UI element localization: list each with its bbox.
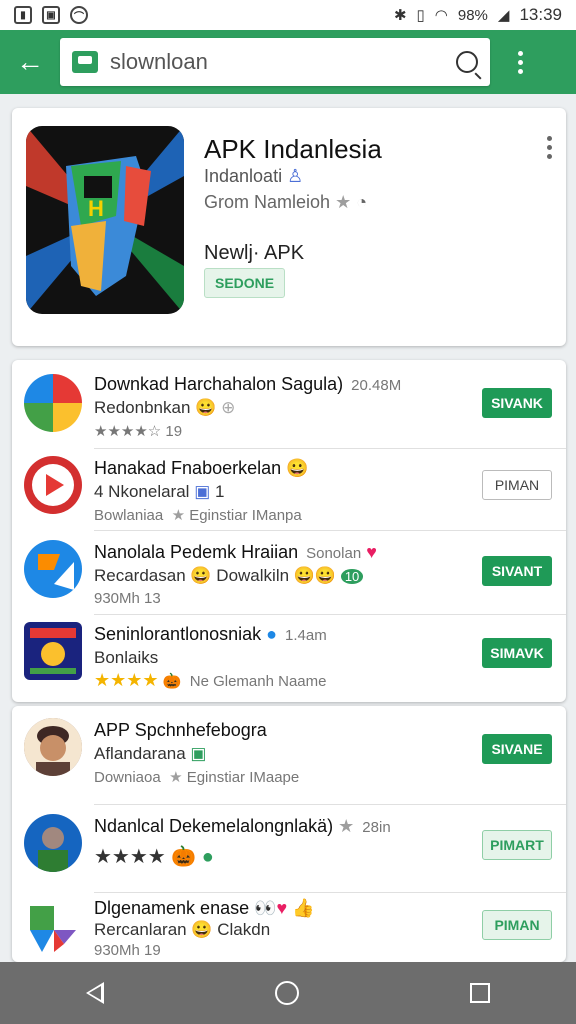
featured-app-title: APK Indanlesia: [204, 134, 382, 164]
divider: [94, 804, 566, 805]
search-icon[interactable]: [456, 51, 478, 73]
app-icon: [24, 374, 82, 432]
app-title: Hanakad Fnaboerkelan 😀: [94, 458, 309, 478]
featured-app-meta: Grom Namleioh ★ ◔: [204, 192, 368, 212]
status-bar: ▮ ▣ ⌒ ✱ ▯ ◠ 98% ◢ 13:39: [0, 0, 576, 30]
featured-app-icon: H: [26, 126, 184, 314]
app-meta: ★★★★ 🎃 Ne Glemanh Naame: [94, 670, 327, 690]
featured-app-developer: Indanloati ♙: [204, 166, 304, 186]
image-notification-icon: ▣: [42, 6, 60, 24]
nav-recents-icon[interactable]: [470, 983, 491, 1003]
app-meta: 930Mh 13: [94, 590, 161, 607]
list-item[interactable]: APP Spchnhefebogra Aflandarana ▣ Downiao…: [12, 718, 566, 790]
app-icon: [24, 456, 82, 514]
wifi-icon: ◠: [434, 7, 448, 24]
app-icon: [24, 540, 82, 598]
battery-text: 98%: [457, 6, 488, 24]
nav-home-icon[interactable]: [274, 981, 299, 1005]
app-icon: [24, 900, 82, 958]
list-item[interactable]: Hanakad Fnaboerkelan 😀 4 Nkonelaral ▣ 1 …: [12, 456, 566, 528]
featured-app-badge[interactable]: SEDONE: [204, 268, 286, 298]
avatar: [24, 718, 82, 776]
app-meta: 930Mh 19: [94, 942, 161, 959]
featured-more-icon[interactable]: [547, 136, 552, 159]
install-button[interactable]: SIVANT: [482, 556, 552, 586]
emoji-icon: 😀: [195, 398, 217, 417]
divider: [94, 892, 566, 893]
nav-back-icon[interactable]: [85, 982, 104, 1004]
install-button[interactable]: SIVANK: [482, 388, 552, 418]
app-icon: [24, 622, 82, 680]
back-arrow-icon[interactable]: ←: [0, 30, 60, 94]
app-subtitle: Recardasan 😀 Dowalkiln 😀😀 10: [94, 566, 364, 586]
vibrate-icon: ▯: [416, 7, 425, 24]
list-item[interactable]: Dlgenamenk enase 👀♥ 👍 Rercanlaran 😀 Clak…: [12, 896, 566, 962]
open-button[interactable]: PIMAN: [482, 470, 552, 500]
divider: [94, 530, 566, 531]
app-rating: ★★★★ 🎃 ●: [94, 846, 214, 868]
app-notification-icon: ⌒: [70, 6, 88, 24]
info-icon: ⊕: [221, 398, 236, 417]
star-icon: ★: [335, 192, 352, 212]
featured-app-subtitle: Newlj· APK: [204, 242, 305, 264]
list-item[interactable]: Nanolala Pedemk Hraiian Sonolan ♥ Recarda…: [12, 540, 566, 612]
app-list-card-2: APP Spchnhefebogra Aflandarana ▣ Downiao…: [12, 706, 566, 962]
play-store-icon: [72, 51, 98, 73]
app-rating: ★★★★☆ 19: [94, 423, 183, 440]
app-title: Downkad Harchahalon Sagula) 20.48M: [94, 374, 402, 394]
list-item[interactable]: Ndanlcal Dekemelalongnlakä) ★ 28in ★★★★ 🎃…: [12, 814, 566, 886]
app-list-card-1: Downkad Harchahalon Sagula) 20.48M Redonb…: [12, 360, 566, 702]
system-nav-bar: [0, 962, 576, 1024]
list-item[interactable]: Seninlorantlonosniak ● 1.4am Bonlaiks ★★★…: [12, 622, 566, 694]
app-title: APP Spchnhefebogra: [94, 720, 267, 740]
bluetooth-icon: ✱: [393, 7, 407, 24]
search-input[interactable]: [110, 49, 456, 75]
featured-app-card[interactable]: H APK Indanlesia Indanloati ♙ Grom Namle…: [12, 108, 566, 346]
svg-text:H: H: [88, 196, 104, 221]
signal-icon: ◢: [497, 7, 510, 24]
app-subtitle: 4 Nkonelaral ▣ 1: [94, 482, 225, 501]
app-subtitle: Bonlaiks: [94, 648, 159, 667]
open-button[interactable]: PIMART: [482, 830, 552, 860]
badge-icon: ▣: [194, 482, 211, 501]
divider: [94, 614, 566, 615]
app-title: Seninlorantlonosniak ● 1.4am: [94, 624, 327, 644]
app-subtitle: Aflandarana ▣: [94, 744, 207, 763]
avatar: [24, 814, 82, 872]
clock: 13:39: [519, 5, 562, 24]
open-button[interactable]: PIMAN: [482, 910, 552, 940]
verified-icon: ♙: [287, 166, 304, 186]
clock-icon: ◔: [356, 192, 368, 212]
divider: [94, 448, 566, 449]
app-bar: ←: [0, 30, 576, 94]
notification-icon: ▮: [14, 6, 32, 24]
list-item[interactable]: Downkad Harchahalon Sagula) 20.48M Redonb…: [12, 372, 566, 444]
install-button[interactable]: SIVANE: [482, 734, 552, 764]
app-meta: Downiaoa ★ Eginstiar IMaape: [94, 769, 300, 786]
thumbs-up-icon: 👍: [292, 898, 315, 918]
app-size: 20.48M: [351, 377, 402, 394]
app-title: Nanolala Pedemk Hraiian Sonolan ♥: [94, 542, 377, 562]
app-subtitle: Rercanlaran 😀 Clakdn: [94, 920, 271, 939]
app-title: Dlgenamenk enase 👀♥ 👍: [94, 898, 315, 918]
search-box[interactable]: [60, 38, 490, 86]
app-meta: Bowlaniaa ★ Eginstiar IManpa: [94, 507, 302, 524]
app-subtitle: Redonbnkan 😀 ⊕: [94, 398, 236, 417]
heart-icon: ♥: [366, 542, 377, 562]
install-button[interactable]: SIMAVK: [482, 638, 552, 668]
overflow-menu-icon[interactable]: [490, 30, 550, 94]
app-title: Ndanlcal Dekemelalongnlakä) ★ 28in: [94, 816, 391, 836]
emoji-icon: 😀: [286, 458, 309, 478]
